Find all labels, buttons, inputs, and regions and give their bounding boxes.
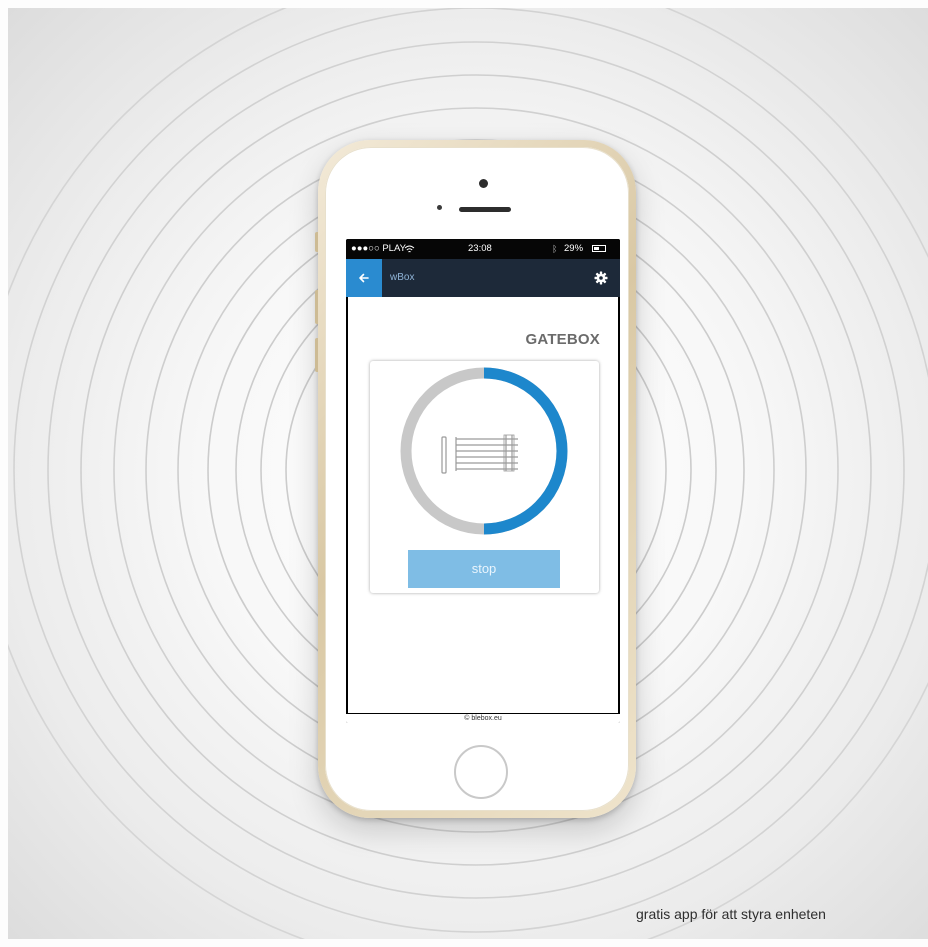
back-button[interactable] — [346, 259, 382, 297]
volume-down-button — [315, 338, 318, 372]
device-name: GATEBOX — [525, 331, 600, 348]
battery-icon — [592, 245, 606, 252]
battery-percent: 29% — [564, 243, 584, 254]
phone-device: ●●●○○ PLAY 23:08 ᛒ 29% wBox GATEBOX stop… — [315, 140, 636, 818]
home-button[interactable] — [454, 745, 508, 799]
proximity-sensor — [437, 205, 442, 210]
front-camera — [479, 179, 488, 188]
phone-screen: ●●●○○ PLAY 23:08 ᛒ 29% wBox GATEBOX stop… — [346, 239, 620, 723]
carrier-label: ●●●○○ PLAY — [351, 243, 406, 254]
volume-up-button — [315, 290, 318, 324]
copyright-footer: © blebox.eu — [346, 713, 620, 723]
app-header: wBox — [346, 259, 620, 297]
arrow-left-icon — [359, 273, 369, 283]
mute-switch — [315, 232, 318, 252]
earpiece-speaker — [459, 207, 511, 212]
phone-face: ●●●○○ PLAY 23:08 ᛒ 29% wBox GATEBOX stop… — [325, 147, 629, 811]
status-bar: ●●●○○ PLAY 23:08 ᛒ 29% — [346, 239, 620, 259]
stop-button[interactable]: stop — [408, 550, 560, 588]
status-time: 23:08 — [468, 243, 492, 254]
bluetooth-icon: ᛒ — [552, 244, 558, 254]
gate-icon — [441, 434, 518, 474]
caption-text: gratis app för att styra enheten — [636, 906, 826, 922]
gate-position-gauge[interactable] — [398, 365, 570, 537]
gate-control-card: stop — [370, 361, 599, 593]
app-title: wBox — [390, 272, 415, 283]
gear-icon[interactable] — [594, 271, 608, 285]
app-content: GATEBOX stop — [348, 297, 618, 713]
